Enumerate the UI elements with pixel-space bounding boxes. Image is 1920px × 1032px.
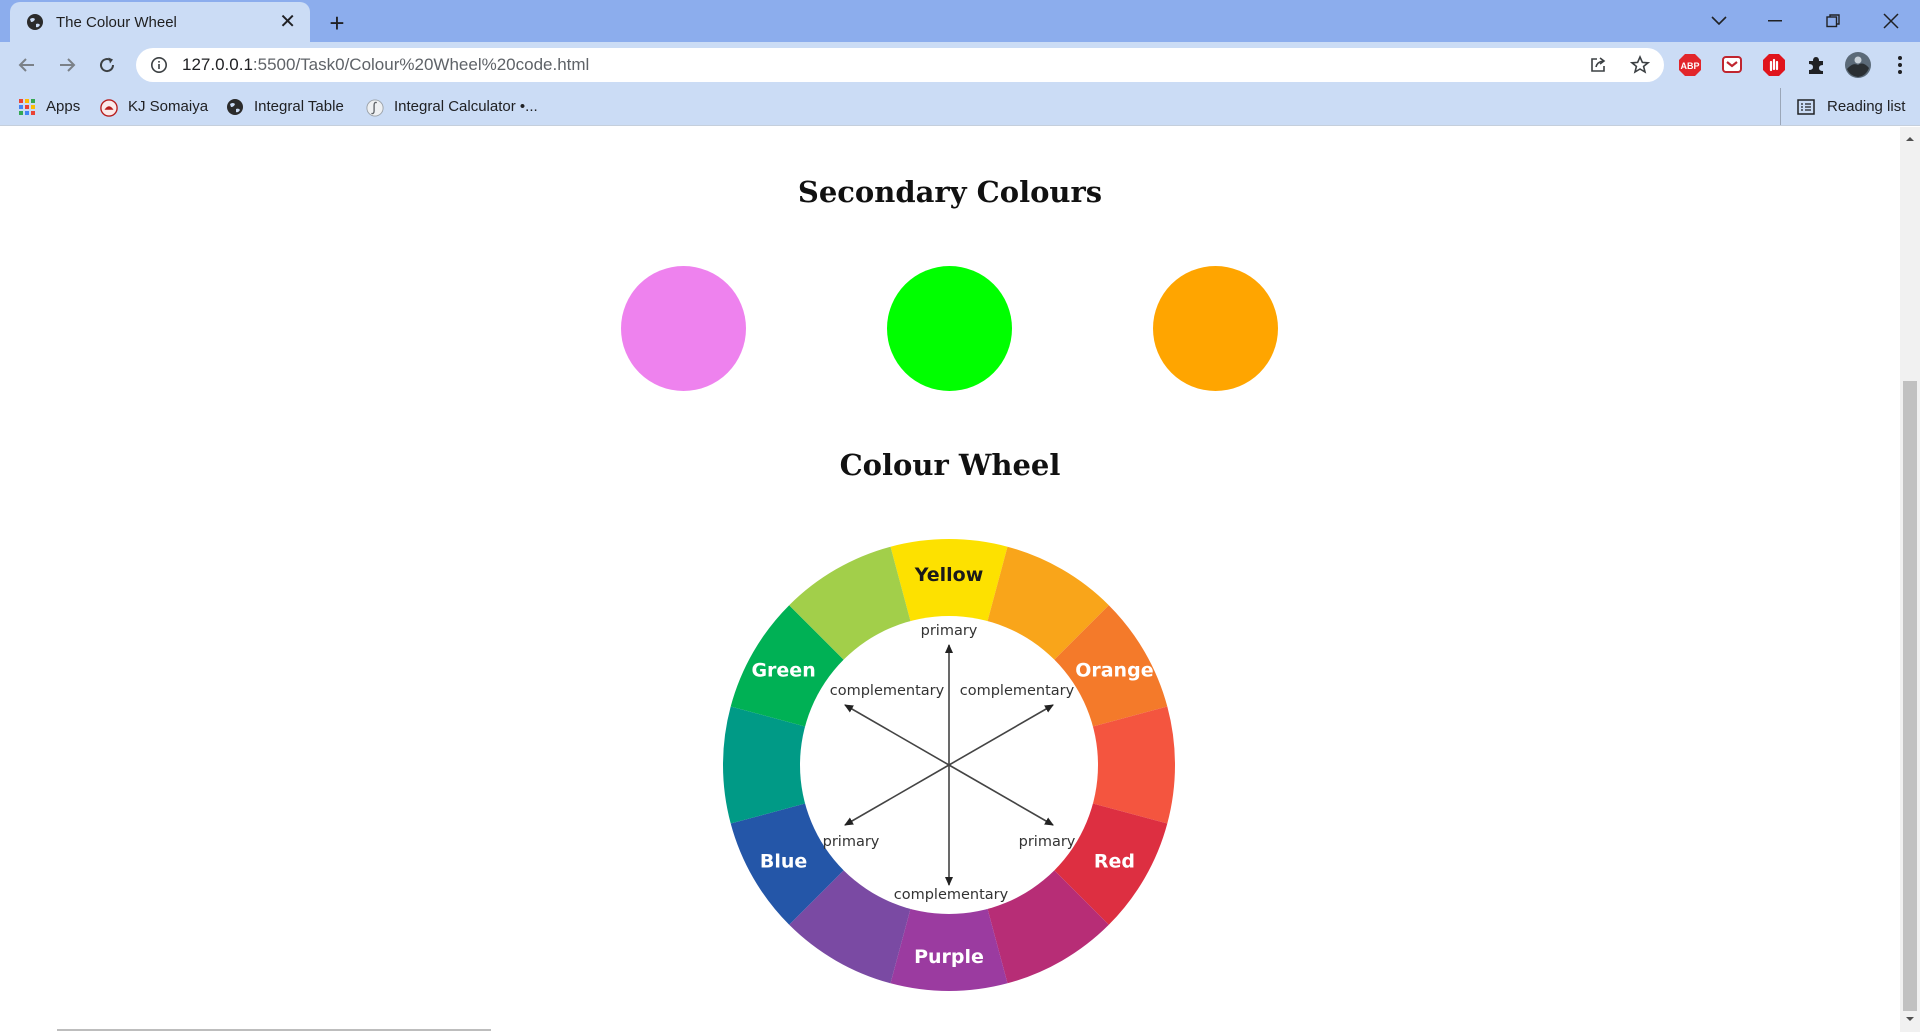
profile-avatar[interactable]: [1844, 51, 1872, 79]
wheel-label-blue: Blue: [760, 851, 807, 873]
wheel-label-yellow: Yellow: [914, 564, 984, 586]
scrollbar-thumb[interactable]: [1903, 381, 1917, 1011]
globe-icon: [226, 98, 244, 116]
inner-label-bottom: complementary: [894, 887, 1009, 903]
integral-calculator-icon: [366, 98, 384, 117]
inner-label-upper-right: complementary: [960, 683, 1075, 699]
colour-wheel-heading: Colour Wheel: [839, 448, 1061, 482]
somaiya-logo-icon: [100, 98, 118, 117]
reading-list-label: Reading list: [1827, 98, 1906, 115]
bookmark-star-icon[interactable]: [1630, 55, 1650, 75]
browser-toolbar: 127.0.0.1:5500/Task0/Colour%20Wheel%20co…: [0, 42, 1920, 88]
browser-titlebar: The Colour Wheel ✕ +: [0, 0, 1920, 42]
back-arrow-icon[interactable]: [12, 50, 42, 80]
secondary-swatch-violet: [621, 266, 746, 391]
puzzle-extensions-icon[interactable]: [1802, 51, 1830, 79]
reading-list-icon: [1797, 98, 1815, 115]
page-scrollbar[interactable]: [1900, 127, 1920, 1032]
new-tab-button[interactable]: +: [322, 8, 352, 38]
scroll-down-arrow-icon[interactable]: [1904, 1013, 1916, 1025]
tab-title: The Colour Wheel: [56, 13, 177, 31]
wheel-label-green: Green: [751, 660, 815, 682]
colour-wheel-image: primary complementary complementary prim…: [723, 539, 1175, 991]
extensions-area: ABP: [1676, 50, 1914, 80]
secondary-colours-heading: Secondary Colours: [797, 175, 1103, 209]
browser-menu-icon[interactable]: [1886, 51, 1914, 79]
bookmark-label: Integral Calculator •...: [394, 98, 538, 115]
wheel-label-red: Red: [1094, 851, 1135, 873]
inner-label-upper-left: complementary: [830, 683, 945, 699]
wheel-label-orange: Orange: [1075, 660, 1153, 682]
pocket-extension-icon[interactable]: [1718, 51, 1746, 79]
bookmark-kj-somaiya[interactable]: KJ Somaiya: [100, 88, 208, 125]
stop-hand-extension-icon[interactable]: [1760, 51, 1788, 79]
tab-close-icon[interactable]: ✕: [279, 12, 296, 32]
reading-list-button[interactable]: Reading list: [1780, 88, 1905, 125]
page-divider: [57, 1029, 491, 1031]
svg-text:ABP: ABP: [1680, 61, 1699, 71]
share-icon[interactable]: [1588, 55, 1608, 75]
forward-arrow-icon[interactable]: [52, 50, 82, 80]
scroll-up-arrow-icon[interactable]: [1904, 133, 1916, 145]
restore-icon[interactable]: [1810, 6, 1856, 36]
page-viewport: Secondary Colours Colour Wheel primary c…: [0, 127, 1900, 1032]
globe-icon: [27, 14, 43, 30]
reload-icon[interactable]: [92, 50, 122, 80]
wheel-segment: [1091, 706, 1175, 824]
bookmark-integral-calculator[interactable]: Integral Calculator •...: [366, 88, 538, 125]
tab-search-icon[interactable]: [1696, 6, 1742, 36]
secondary-swatch-green: [887, 266, 1012, 391]
inner-label-top: primary: [921, 623, 978, 639]
address-bar[interactable]: 127.0.0.1:5500/Task0/Colour%20Wheel%20co…: [136, 48, 1664, 82]
wheel-segment: [723, 706, 807, 824]
apps-grid-icon: [18, 98, 36, 116]
bookmark-label: KJ Somaiya: [128, 98, 209, 115]
wheel-label-purple: Purple: [914, 946, 984, 968]
secondary-swatch-orange: [1153, 266, 1278, 391]
browser-tab-active[interactable]: The Colour Wheel ✕: [10, 2, 310, 42]
info-icon[interactable]: [150, 56, 168, 74]
close-window-icon[interactable]: [1868, 6, 1914, 36]
bookmark-label: Apps: [46, 98, 81, 115]
bookmark-apps[interactable]: Apps: [18, 88, 80, 125]
inner-label-lower-right: primary: [1019, 834, 1076, 850]
bookmarks-bar: Apps KJ Somaiya Integral Table Integral …: [0, 88, 1920, 126]
minimize-icon[interactable]: [1752, 6, 1798, 36]
url-text: 127.0.0.1:5500/Task0/Colour%20Wheel%20co…: [182, 55, 590, 74]
bookmark-label: Integral Table: [254, 98, 344, 115]
inner-label-lower-left: primary: [823, 834, 880, 850]
adblock-extension-icon[interactable]: ABP: [1676, 51, 1704, 79]
bookmark-integral-table[interactable]: Integral Table: [226, 88, 344, 125]
